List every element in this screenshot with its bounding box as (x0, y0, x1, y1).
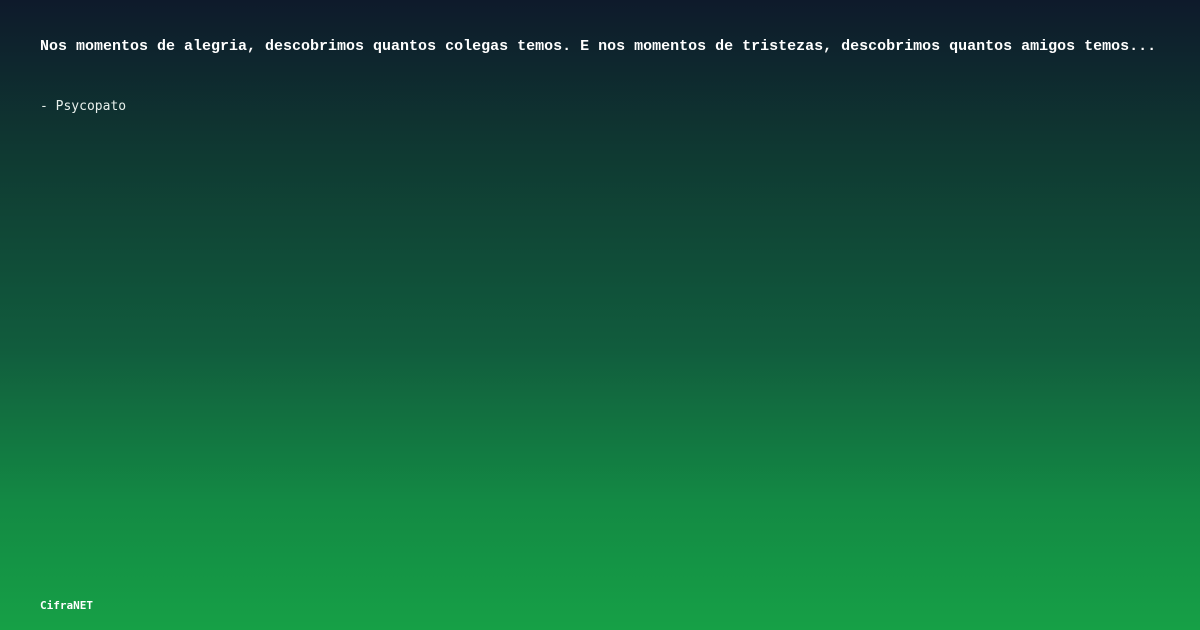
quote-card: Nos momentos de alegria, descobrimos qua… (0, 0, 1200, 630)
quote-text: Nos momentos de alegria, descobrimos qua… (40, 38, 1157, 55)
brand-name: CifraNET (40, 599, 93, 612)
quote-author: - Psycopato (40, 99, 127, 114)
